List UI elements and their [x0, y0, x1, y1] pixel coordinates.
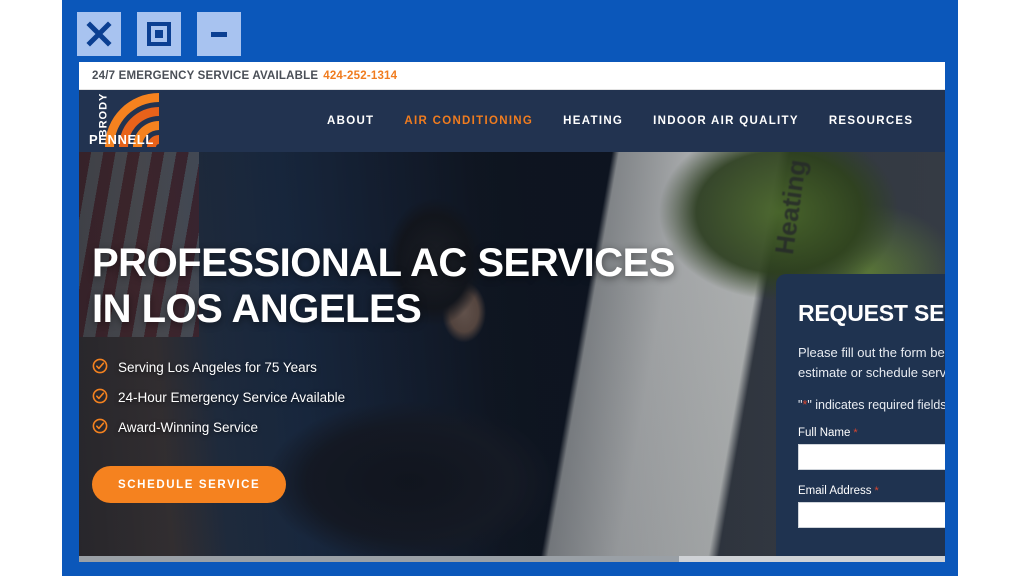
hero-title-line-1: PROFESSIONAL AC SERVICES — [92, 241, 675, 285]
primary-nav: ABOUT AIR CONDITIONING HEATING INDOOR AI… — [327, 115, 913, 127]
hero-schedule-service-button[interactable]: SCHEDULE SERVICE — [92, 466, 287, 503]
nav-item-air-conditioning[interactable]: AIR CONDITIONING — [404, 115, 533, 127]
list-item: Serving Los Angeles for 75 Years — [92, 358, 692, 377]
emergency-label: 24/7 EMERGENCY SERVICE AVAILABLE — [92, 69, 319, 82]
form-description: Please fill out the form below to reques… — [798, 345, 945, 380]
bullet-label: 24-Hour Emergency Service Available — [118, 390, 346, 405]
nav-item-heating[interactable]: HEATING — [563, 115, 623, 127]
nav-item-resources[interactable]: RESOURCES — [829, 115, 914, 127]
hero-content: PROFESSIONAL AC SERVICES IN LOS ANGELES — [92, 240, 692, 503]
browser-viewport: 24/7 EMERGENCY SERVICE AVAILABLE 424-252-… — [79, 62, 945, 562]
logo-text-pennell: PENNELL — [89, 132, 154, 147]
hero-section: Heating Air Conditio PROFESSIONAL AC SER… — [79, 152, 945, 562]
hero-bullet-list: Serving Los Angeles for 75 Years 24-Hour… — [92, 358, 692, 437]
circle-check-icon — [92, 358, 108, 377]
circle-check-icon — [92, 418, 108, 437]
full-name-label-text: Full Name — [798, 427, 851, 439]
form-title: REQUEST SERVICE — [798, 300, 945, 326]
emergency-service-text: 24/7 EMERGENCY SERVICE AVAILABLE 424-252-… — [92, 70, 397, 82]
maximize-button[interactable] — [137, 12, 181, 56]
full-name-label: Full Name * — [798, 427, 945, 439]
list-item: Award-Winning Service — [92, 418, 692, 437]
list-item: 24-Hour Emergency Service Available — [92, 388, 692, 407]
horizontal-scrollbar[interactable] — [79, 556, 945, 562]
required-asterisk-icon: * — [874, 485, 879, 497]
email-address-label: Email Address * — [798, 485, 945, 497]
request-service-panel: REQUEST SERVICE Please fill out the form… — [776, 274, 945, 562]
minimize-button[interactable] — [197, 12, 241, 56]
site-header: BRODY PENNELL ABOUT AIR CONDITIONING HEA… — [79, 90, 945, 152]
phone-link[interactable]: 424-252-1314 — [323, 70, 397, 82]
circle-check-icon — [92, 388, 108, 407]
bullet-label: Serving Los Angeles for 75 Years — [118, 360, 317, 375]
required-asterisk-icon: * — [853, 427, 858, 439]
maximize-icon — [146, 21, 172, 47]
close-icon — [86, 21, 112, 47]
full-name-input[interactable] — [798, 444, 945, 470]
nav-item-indoor-air-quality[interactable]: INDOOR AIR QUALITY — [653, 115, 799, 127]
logo-text-brody: BRODY — [97, 92, 110, 138]
email-address-input[interactable] — [798, 502, 945, 528]
window-titlebar — [62, 0, 958, 62]
hero-title-line-2: IN LOS ANGELES — [92, 287, 422, 331]
web-page: 24/7 EMERGENCY SERVICE AVAILABLE 424-252-… — [79, 62, 945, 562]
required-fields-note: "*" indicates required fields — [798, 398, 945, 412]
nav-item-about[interactable]: ABOUT — [327, 115, 374, 127]
minimize-icon — [206, 21, 232, 47]
utility-bar: 24/7 EMERGENCY SERVICE AVAILABLE 424-252-… — [79, 62, 945, 90]
required-note-suffix: " indicates required fields — [807, 398, 945, 412]
email-address-label-text: Email Address — [798, 485, 872, 497]
brody-pennell-logo[interactable]: BRODY PENNELL — [87, 91, 167, 151]
close-button[interactable] — [77, 12, 121, 56]
hero-title: PROFESSIONAL AC SERVICES IN LOS ANGELES — [92, 240, 692, 332]
bullet-label: Award-Winning Service — [118, 420, 259, 435]
scrollbar-thumb[interactable] — [79, 556, 679, 562]
browser-window: 24/7 EMERGENCY SERVICE AVAILABLE 424-252-… — [62, 0, 958, 576]
